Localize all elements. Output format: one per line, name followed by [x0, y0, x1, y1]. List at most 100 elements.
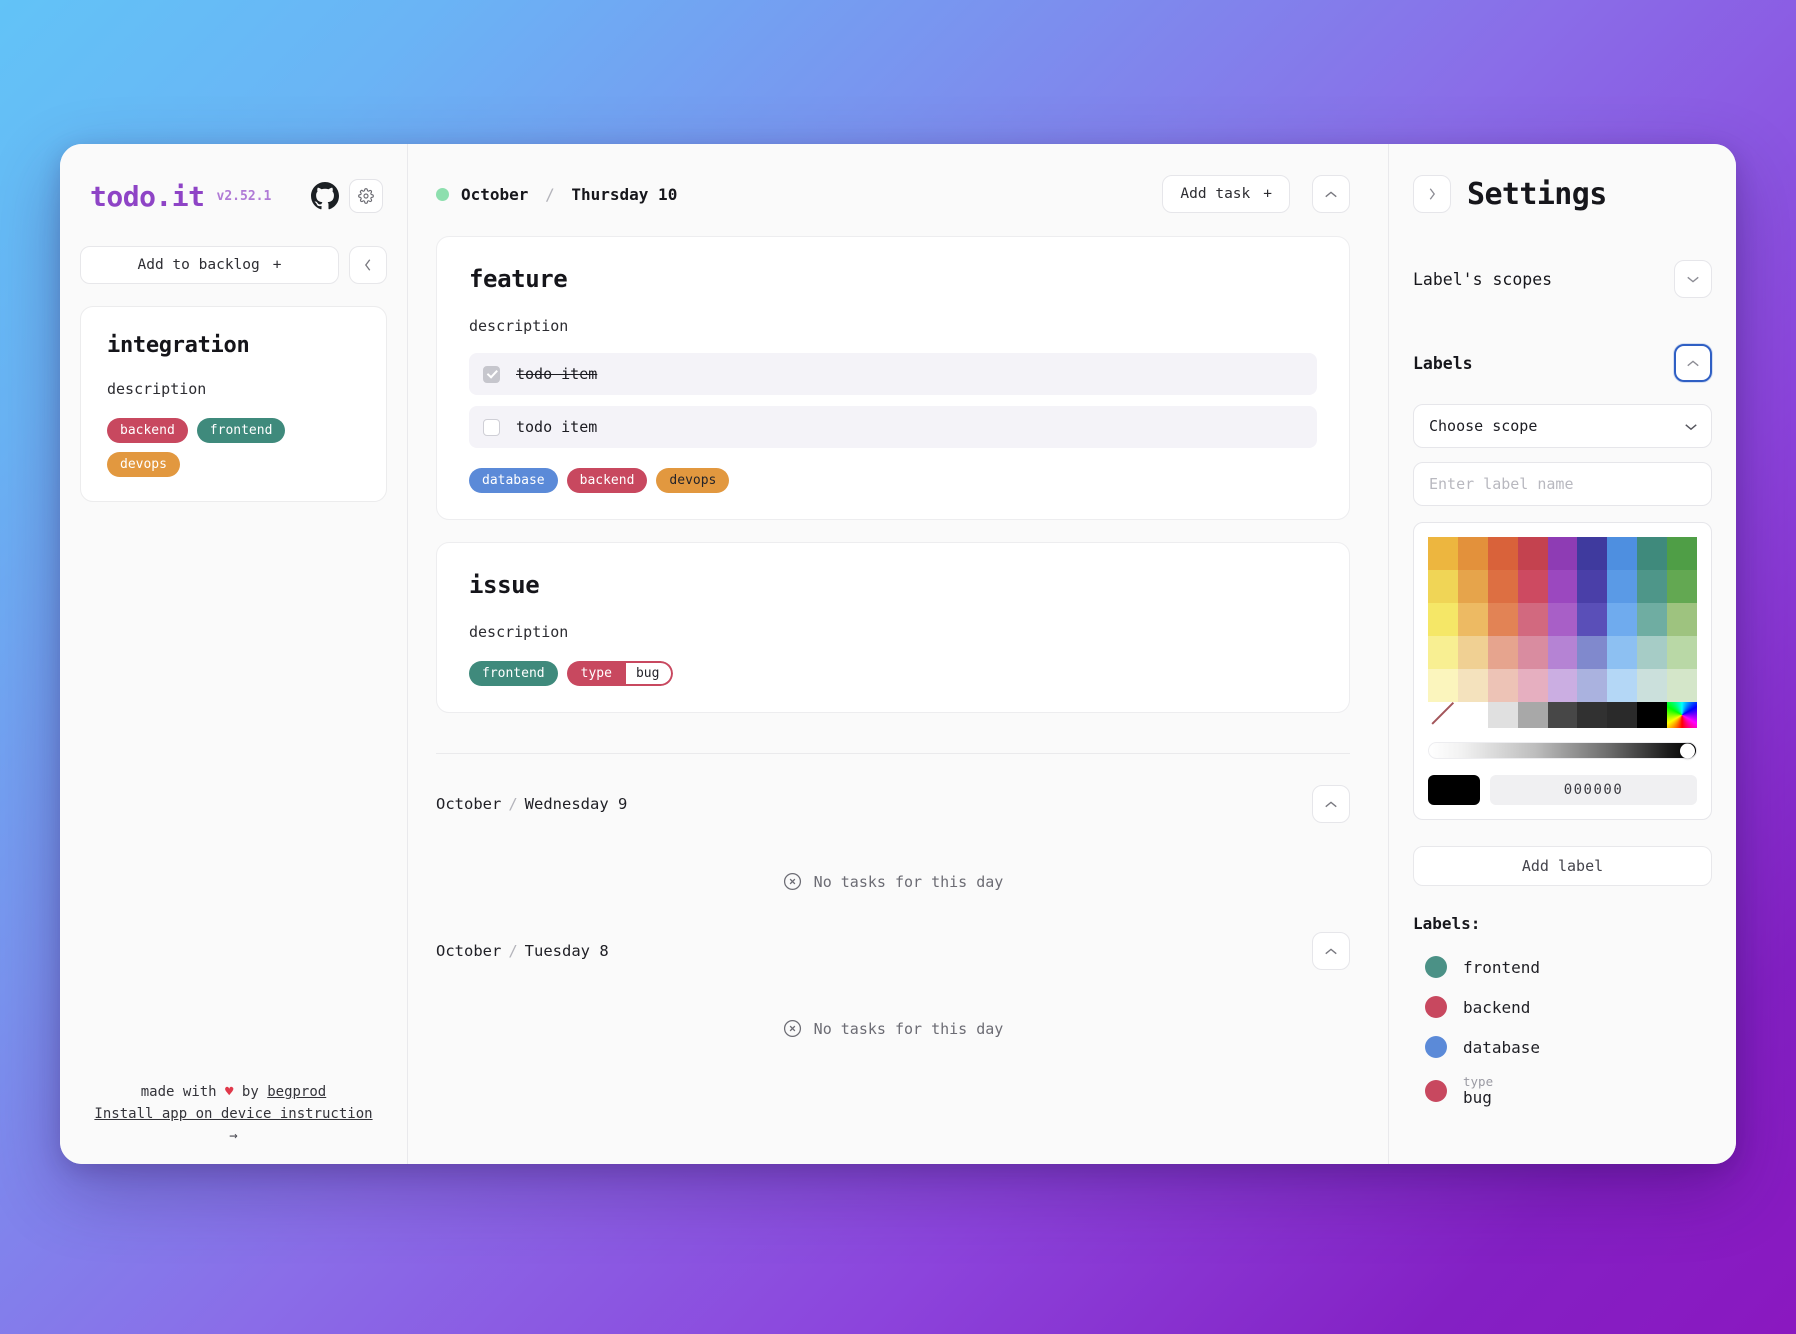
color-swatch[interactable]: [1637, 702, 1668, 728]
color-swatch[interactable]: [1607, 669, 1638, 702]
color-swatch[interactable]: [1487, 702, 1518, 728]
color-swatch[interactable]: [1428, 570, 1458, 603]
color-swatch[interactable]: [1547, 636, 1578, 669]
add-task-button[interactable]: Add task +: [1162, 175, 1290, 213]
label-list-item[interactable]: database: [1413, 1027, 1712, 1067]
color-swatch[interactable]: [1637, 537, 1668, 570]
color-swatch[interactable]: [1428, 537, 1458, 570]
color-swatch[interactable]: [1457, 537, 1488, 570]
color-swatch[interactable]: [1517, 636, 1548, 669]
rainbow-picker-swatch[interactable]: [1667, 702, 1697, 728]
author-link[interactable]: begprod: [267, 1084, 326, 1100]
color-swatch[interactable]: [1577, 636, 1608, 669]
color-swatch[interactable]: [1517, 669, 1548, 702]
label-list-item[interactable]: frontend: [1413, 947, 1712, 987]
hex-input[interactable]: [1490, 775, 1697, 805]
color-swatch[interactable]: [1577, 669, 1608, 702]
add-label-button[interactable]: Add label: [1413, 846, 1712, 886]
color-swatch[interactable]: [1428, 636, 1458, 669]
color-swatch[interactable]: [1637, 636, 1668, 669]
color-swatch[interactable]: [1547, 570, 1578, 603]
label-chip[interactable]: frontend: [196, 418, 286, 443]
scoped-label-chip[interactable]: type bug: [566, 661, 674, 686]
color-swatch[interactable]: [1667, 669, 1697, 702]
color-swatch[interactable]: [1577, 537, 1608, 570]
label-list-item[interactable]: backend: [1413, 987, 1712, 1027]
label-chip[interactable]: backend: [107, 418, 188, 443]
app-window: todo.it v2.52.1 Add to backlog + integra…: [60, 144, 1736, 1164]
color-swatch[interactable]: [1487, 537, 1518, 570]
color-swatch[interactable]: [1547, 603, 1578, 636]
shade-slider-handle[interactable]: [1680, 743, 1695, 758]
color-swatch[interactable]: [1547, 702, 1578, 728]
color-swatch[interactable]: [1457, 570, 1488, 603]
color-swatch[interactable]: [1547, 537, 1578, 570]
label-chip[interactable]: devops: [107, 452, 180, 477]
color-swatch[interactable]: [1667, 537, 1697, 570]
day-header: October / Tuesday 8: [436, 931, 1350, 971]
color-swatch[interactable]: [1637, 603, 1668, 636]
color-swatch[interactable]: [1577, 570, 1608, 603]
color-swatch[interactable]: [1547, 669, 1578, 702]
close-settings-button[interactable]: [1413, 175, 1451, 213]
color-swatch[interactable]: [1667, 603, 1697, 636]
label-chip[interactable]: frontend: [469, 661, 558, 686]
color-swatch[interactable]: [1577, 702, 1608, 728]
github-icon[interactable]: [311, 182, 339, 210]
color-swatch[interactable]: [1428, 669, 1458, 702]
color-swatch[interactable]: [1667, 636, 1697, 669]
color-swatch[interactable]: [1517, 603, 1548, 636]
color-swatch[interactable]: [1487, 603, 1518, 636]
todo-row[interactable]: todo item: [469, 353, 1317, 395]
color-swatch[interactable]: [1487, 636, 1518, 669]
label-scopes-section-header[interactable]: Label's scopes: [1413, 258, 1712, 300]
todo-row[interactable]: todo item: [469, 406, 1317, 448]
color-swatch[interactable]: [1637, 570, 1668, 603]
gear-icon[interactable]: [349, 179, 383, 213]
no-color-swatch[interactable]: [1428, 702, 1458, 728]
scope-select[interactable]: Choose scope: [1413, 404, 1712, 448]
color-swatch[interactable]: [1607, 702, 1638, 728]
shade-slider[interactable]: [1428, 742, 1697, 759]
install-app-link[interactable]: Install app on device instruction: [80, 1104, 387, 1126]
color-swatch[interactable]: [1457, 636, 1488, 669]
checkbox-icon[interactable]: [483, 418, 500, 436]
color-swatch[interactable]: [1457, 702, 1488, 728]
checkbox-checked-icon[interactable]: [483, 365, 500, 383]
color-swatch[interactable]: [1487, 669, 1518, 702]
color-swatch[interactable]: [1517, 537, 1548, 570]
color-swatch[interactable]: [1667, 570, 1697, 603]
labels-list-heading: Labels:: [1413, 914, 1481, 933]
color-swatch[interactable]: [1607, 636, 1638, 669]
label-chip[interactable]: devops: [656, 468, 730, 493]
task-card[interactable]: feature description todo item todo item data…: [436, 236, 1350, 520]
label-name-input[interactable]: [1413, 462, 1712, 506]
color-swatch[interactable]: [1457, 669, 1488, 702]
chevron-up-icon: [1325, 947, 1337, 954]
color-swatch[interactable]: [1637, 669, 1668, 702]
label-scopes-toggle-button[interactable]: [1674, 260, 1712, 298]
color-swatch[interactable]: [1428, 603, 1458, 636]
label-chip[interactable]: backend: [566, 468, 648, 493]
color-swatch[interactable]: [1607, 603, 1638, 636]
labels-toggle-button[interactable]: [1674, 344, 1712, 382]
task-card-description: description: [469, 623, 569, 641]
collapse-day-button[interactable]: [1312, 175, 1350, 213]
label-list-item[interactable]: type bug: [1413, 1067, 1712, 1115]
color-swatch[interactable]: [1517, 570, 1548, 603]
color-swatch[interactable]: [1607, 570, 1638, 603]
color-swatch[interactable]: [1607, 537, 1638, 570]
color-swatch[interactable]: [1487, 570, 1518, 603]
labels-section-header[interactable]: Labels: [1413, 342, 1712, 384]
collapse-day-button[interactable]: [1312, 785, 1350, 823]
task-card[interactable]: issue description frontend type bug: [436, 542, 1350, 713]
backlog-card[interactable]: integration description backend frontend d…: [80, 306, 387, 502]
add-to-backlog-button[interactable]: Add to backlog +: [80, 246, 339, 284]
sidebar-collapse-button[interactable]: [349, 246, 387, 284]
collapse-day-button[interactable]: [1312, 932, 1350, 970]
day-separator: /: [508, 795, 518, 813]
label-chip[interactable]: database: [469, 468, 558, 493]
color-swatch[interactable]: [1457, 603, 1488, 636]
color-swatch[interactable]: [1577, 603, 1608, 636]
color-swatch[interactable]: [1517, 702, 1548, 728]
